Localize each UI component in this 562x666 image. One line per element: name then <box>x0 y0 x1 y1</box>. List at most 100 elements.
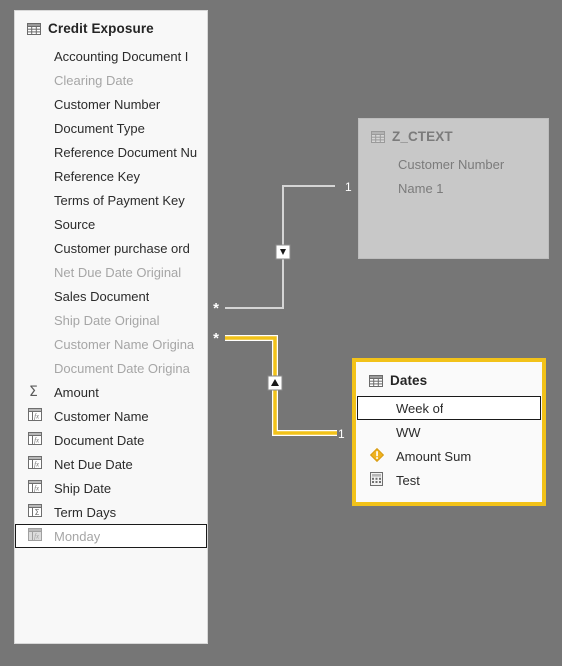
table-card-dates[interactable]: Dates Week of WW Amount Sum Test <box>352 358 546 506</box>
field-row[interactable]: Test <box>357 468 541 492</box>
warning-measure-icon <box>369 447 388 464</box>
field-icon-placeholder <box>28 120 46 136</box>
field-icon-placeholder <box>28 312 46 328</box>
field-icon-placeholder <box>28 240 46 256</box>
field-icon-placeholder <box>28 336 46 352</box>
field-label: Week of <box>396 400 444 416</box>
field-label: Document Date <box>54 432 145 448</box>
cardinality-many-z-ctext: * <box>213 300 219 317</box>
calculated-column-icon: fx <box>28 456 46 472</box>
field-row[interactable]: Source <box>15 212 207 236</box>
table-header-z-ctext[interactable]: Z_CTEXT <box>359 119 548 152</box>
table-header-dates[interactable]: Dates <box>357 363 541 396</box>
field-label: WW <box>396 424 421 440</box>
field-icon-placeholder <box>28 264 46 280</box>
svg-text:fx: fx <box>34 533 40 541</box>
table-title: Z_CTEXT <box>392 129 453 144</box>
field-row[interactable]: Σ Term Days <box>15 500 207 524</box>
field-icon-placeholder <box>28 216 46 232</box>
field-row[interactable]: Reference Document Nu <box>15 140 207 164</box>
relationship-line-credit-exposure-dates[interactable] <box>225 335 337 436</box>
field-label: Reference Key <box>54 168 140 184</box>
cardinality-many-dates: * <box>213 330 219 347</box>
field-list-credit-exposure: Accounting Document I Clearing Date Custom… <box>15 44 207 554</box>
field-row[interactable]: fx Net Due Date <box>15 452 207 476</box>
field-label: Terms of Payment Key <box>54 192 185 208</box>
filter-direction-up-icon[interactable] <box>267 375 283 391</box>
table-header-credit-exposure[interactable]: Credit Exposure <box>15 11 207 44</box>
field-row[interactable]: fx Customer Name <box>15 404 207 428</box>
field-icon-placeholder <box>372 156 390 172</box>
svg-text:fx: fx <box>34 461 40 469</box>
calculated-column-icon: fx <box>28 528 46 544</box>
field-row[interactable]: fx Document Date <box>15 428 207 452</box>
table-grid-icon <box>369 374 383 387</box>
field-row[interactable]: Name 1 <box>359 176 548 200</box>
field-label: Customer Name <box>54 408 149 424</box>
calculated-column-icon: fx <box>28 432 46 448</box>
field-row[interactable]: Net Due Date Original <box>15 260 207 284</box>
table-title: Credit Exposure <box>48 21 154 36</box>
field-row[interactable]: Customer Number <box>359 152 548 176</box>
field-row[interactable]: Sales Document <box>15 284 207 308</box>
calculated-column-icon: fx <box>28 456 42 472</box>
table-title: Dates <box>390 373 428 388</box>
field-label: Reference Document Nu <box>54 144 198 160</box>
filter-direction-down-icon[interactable] <box>275 244 291 260</box>
field-label: Amount <box>54 384 99 400</box>
field-icon-placeholder <box>28 168 46 184</box>
calculated-column-icon: fx <box>28 480 42 496</box>
field-row[interactable]: Customer Name Origina <box>15 332 207 356</box>
field-label: Net Due Date Original <box>54 264 182 280</box>
field-icon-placeholder <box>372 180 390 196</box>
field-row[interactable]: Customer Number <box>15 92 207 116</box>
field-icon-placeholder <box>28 48 46 64</box>
table-grid-icon <box>27 22 41 35</box>
field-row[interactable]: Σ Amount <box>15 380 207 404</box>
table-card-z-ctext[interactable]: Z_CTEXT Customer Number Name 1 <box>358 118 549 259</box>
field-label: Accounting Document I <box>54 48 189 64</box>
svg-text:Σ: Σ <box>34 508 39 517</box>
field-label: Amount Sum <box>396 448 472 464</box>
field-label: Sales Document <box>54 288 150 304</box>
field-icon-placeholder <box>28 360 46 376</box>
calculated-column-icon: fx <box>28 408 46 424</box>
table-card-credit-exposure[interactable]: Credit Exposure Accounting Document I Cle… <box>14 10 208 644</box>
field-row[interactable]: Clearing Date <box>15 68 207 92</box>
field-row[interactable]: fx Ship Date <box>15 476 207 500</box>
field-list-dates: Week of WW Amount Sum Test <box>357 396 541 492</box>
field-label: Ship Date <box>54 480 112 496</box>
field-row[interactable]: Customer purchase ord <box>15 236 207 260</box>
svg-text:fx: fx <box>34 413 40 421</box>
field-row[interactable]: fx Monday <box>15 524 207 548</box>
field-label: Customer Number <box>54 96 161 112</box>
table-grid-icon <box>371 130 385 143</box>
field-row[interactable]: Accounting Document I <box>15 44 207 68</box>
field-icon-placeholder <box>28 72 46 88</box>
calculated-column-icon: fx <box>28 408 42 424</box>
field-label: Customer purchase ord <box>54 240 190 256</box>
field-list-z-ctext: Customer Number Name 1 <box>359 152 548 206</box>
field-label: Name 1 <box>398 180 444 196</box>
field-label: Ship Date Original <box>54 312 160 328</box>
calculated-sum-column-icon: Σ <box>28 504 46 520</box>
calculated-column-icon: fx <box>28 480 46 496</box>
field-row[interactable]: Reference Key <box>15 164 207 188</box>
field-icon-placeholder <box>370 400 388 416</box>
field-icon-placeholder <box>28 192 46 208</box>
field-row[interactable]: Amount Sum <box>357 444 541 468</box>
field-row[interactable]: Week of <box>357 396 541 420</box>
field-row[interactable]: Document Type <box>15 116 207 140</box>
field-row[interactable]: Ship Date Original <box>15 308 207 332</box>
field-row[interactable]: Terms of Payment Key <box>15 188 207 212</box>
cardinality-one-z-ctext: 1 <box>345 180 352 194</box>
field-icon-placeholder <box>28 144 46 160</box>
calculated-sum-column-icon: Σ <box>28 504 42 520</box>
sigma-icon: Σ <box>28 384 46 400</box>
relationship-line-credit-exposure-z-ctext[interactable] <box>225 185 335 309</box>
field-icon-placeholder <box>370 424 388 440</box>
field-icon-placeholder <box>28 288 46 304</box>
field-row[interactable]: WW <box>357 420 541 444</box>
sigma-icon: Σ <box>29 384 38 400</box>
field-row[interactable]: Document Date Origina <box>15 356 207 380</box>
